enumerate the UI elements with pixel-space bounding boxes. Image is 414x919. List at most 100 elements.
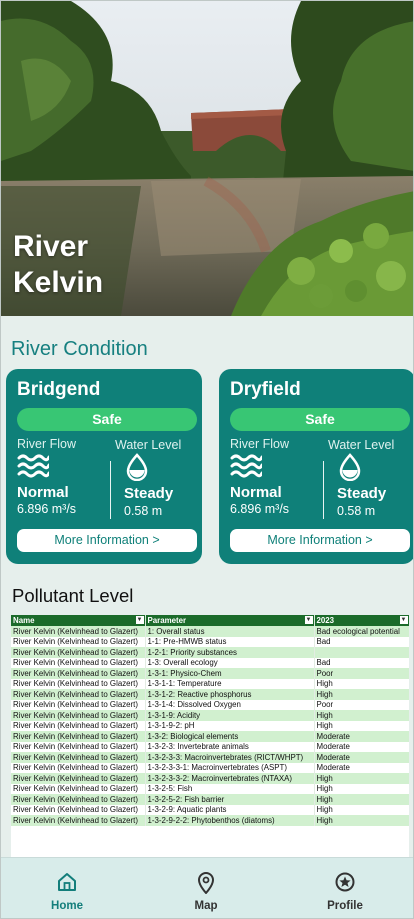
table-row[interactable]: River Kelvin (Kelvinhead to Glazert) 1-3-… [11, 710, 409, 721]
cell-parameter[interactable]: 1-3-1-2: Reactive phosphorus [145, 689, 315, 700]
cell-2023[interactable]: High [314, 815, 409, 826]
table-row[interactable]: River Kelvin (Kelvinhead to Glazert) 1-3-… [11, 773, 409, 784]
cell-parameter[interactable]: 1-2-1: Priority substances [145, 647, 315, 658]
table-row[interactable]: River Kelvin (Kelvinhead to Glazert) 1-3-… [11, 731, 409, 742]
cell-name[interactable]: River Kelvin (Kelvinhead to Glazert) [11, 626, 146, 637]
cell-name[interactable]: River Kelvin (Kelvinhead to Glazert) [11, 804, 146, 815]
flow-value: 6.896 m³/s [17, 502, 77, 516]
waves-icon [17, 454, 49, 478]
cell-2023[interactable]: High [314, 804, 409, 815]
cell-2023[interactable]: High [314, 794, 409, 805]
cell-parameter[interactable]: 1: Overall status [145, 626, 315, 637]
cell-name[interactable]: River Kelvin (Kelvinhead to Glazert) [11, 720, 146, 731]
cell-parameter[interactable]: 1-3-1-1: Temperature [145, 678, 315, 689]
cell-2023[interactable]: High [314, 773, 409, 784]
cell-parameter[interactable]: 1-1: Pre-HMWB status [145, 636, 315, 647]
table-header-row: Name ▼ Parameter ▼ 2023 ▼ [11, 615, 409, 626]
cell-name[interactable]: River Kelvin (Kelvinhead to Glazert) [11, 783, 146, 794]
cell-name[interactable]: River Kelvin (Kelvinhead to Glazert) [11, 731, 146, 742]
cell-name[interactable]: River Kelvin (Kelvinhead to Glazert) [11, 647, 146, 658]
cell-parameter[interactable]: 1-3-1-9-2: pH [145, 720, 315, 731]
more-information-button[interactable]: More Information > [17, 529, 197, 552]
cell-name[interactable]: River Kelvin (Kelvinhead to Glazert) [11, 762, 146, 773]
table-row[interactable]: River Kelvin (Kelvinhead to Glazert) 1-3-… [11, 752, 409, 763]
nav-item-home[interactable]: Home [17, 858, 117, 918]
level-state: Steady [124, 485, 174, 502]
cell-2023[interactable]: Poor [314, 699, 409, 710]
cell-2023[interactable]: Moderate [314, 731, 409, 742]
column-header-parameter[interactable]: Parameter ▼ [145, 615, 315, 626]
cell-2023[interactable]: Moderate [314, 741, 409, 752]
cell-2023[interactable]: Moderate [314, 762, 409, 773]
cell-parameter[interactable]: 1-3-2-5-2: Fish barrier [145, 794, 315, 805]
cell-name[interactable]: River Kelvin (Kelvinhead to Glazert) [11, 636, 146, 647]
cell-parameter[interactable]: 1-3-1-9: Acidity [145, 710, 315, 721]
cell-name[interactable]: River Kelvin (Kelvinhead to Glazert) [11, 710, 146, 721]
nav-item-map[interactable]: Map [156, 858, 256, 918]
table-row[interactable]: River Kelvin (Kelvinhead to Glazert) 1-2-… [11, 647, 409, 658]
cell-2023[interactable]: Bad [314, 657, 409, 668]
app-screen: River Kelvin River Condition Bridgend Sa… [0, 0, 414, 919]
cell-name[interactable]: River Kelvin (Kelvinhead to Glazert) [11, 773, 146, 784]
cell-name[interactable]: River Kelvin (Kelvinhead to Glazert) [11, 815, 146, 826]
pollutant-table[interactable]: Name ▼ Parameter ▼ 2023 ▼ River Kelvin (Kel… [11, 615, 409, 857]
column-header-name[interactable]: Name ▼ [11, 615, 146, 626]
cell-2023[interactable]: High [314, 720, 409, 731]
level-state: Steady [337, 485, 387, 502]
cell-parameter[interactable]: 1-3-2-3-3-1: Macroinvertebrates (ASPT) [145, 762, 315, 773]
cell-parameter[interactable]: 1-3-2-9-2-2: Phytobenthos (diatoms) [145, 815, 315, 826]
table-row[interactable]: River Kelvin (Kelvinhead to Glazert) 1-3-… [11, 804, 409, 815]
cell-parameter[interactable]: 1-3-2-9: Aquatic plants [145, 804, 315, 815]
filter-dropdown-icon[interactable]: ▼ [304, 616, 313, 624]
cell-name[interactable]: River Kelvin (Kelvinhead to Glazert) [11, 794, 146, 805]
cell-name[interactable]: River Kelvin (Kelvinhead to Glazert) [11, 741, 146, 752]
cell-name[interactable]: River Kelvin (Kelvinhead to Glazert) [11, 657, 146, 668]
station-name: Dryfield [230, 379, 301, 400]
cell-parameter[interactable]: 1-3-2-5: Fish [145, 783, 315, 794]
table-row[interactable]: River Kelvin (Kelvinhead to Glazert) 1-3:… [11, 657, 409, 668]
table-row[interactable]: River Kelvin (Kelvinhead to Glazert) 1-3-… [11, 668, 409, 679]
nav-label-profile: Profile [327, 900, 363, 912]
cell-parameter[interactable]: 1-3-1-4: Dissolved Oxygen [145, 699, 315, 710]
river-flow-label: River Flow [230, 437, 290, 451]
cell-2023[interactable]: Poor [314, 668, 409, 679]
table-row[interactable]: River Kelvin (Kelvinhead to Glazert) 1-3-… [11, 794, 409, 805]
water-level-label: Water Level [328, 438, 395, 452]
cell-parameter[interactable]: 1-3-2-3-3-2: Macroinvertebrates (NTAXA) [145, 773, 315, 784]
cell-parameter[interactable]: 1-3-1: Physico-Chem [145, 668, 315, 679]
filter-dropdown-icon[interactable]: ▼ [135, 616, 144, 624]
cell-2023[interactable]: High [314, 783, 409, 794]
column-header-2023[interactable]: 2023 ▼ [314, 615, 409, 626]
cell-name[interactable]: River Kelvin (Kelvinhead to Glazert) [11, 752, 146, 763]
table-row[interactable]: River Kelvin (Kelvinhead to Glazert) 1-3-… [11, 678, 409, 689]
station-card-bridgend: Bridgend Safe River Flow Water Level Nor… [6, 369, 202, 564]
table-row[interactable]: River Kelvin (Kelvinhead to Glazert) 1: O… [11, 626, 409, 637]
cell-2023[interactable]: High [314, 678, 409, 689]
cell-parameter[interactable]: 1-3: Overall ecology [145, 657, 315, 668]
cell-parameter[interactable]: 1-3-2-3-3: Macroinvertebrates (RICT/WHPT… [145, 752, 315, 763]
cell-name[interactable]: River Kelvin (Kelvinhead to Glazert) [11, 689, 146, 700]
table-row[interactable]: River Kelvin (Kelvinhead to Glazert) 1-3-… [11, 699, 409, 710]
cell-2023[interactable]: Bad ecological potential [314, 626, 409, 637]
table-row[interactable]: River Kelvin (Kelvinhead to Glazert) 1-1:… [11, 636, 409, 647]
cell-name[interactable]: River Kelvin (Kelvinhead to Glazert) [11, 678, 146, 689]
cell-name[interactable]: River Kelvin (Kelvinhead to Glazert) [11, 699, 146, 710]
table-row[interactable]: River Kelvin (Kelvinhead to Glazert) 1-3-… [11, 815, 409, 826]
table-row[interactable]: River Kelvin (Kelvinhead to Glazert) 1-3-… [11, 783, 409, 794]
nav-label-home: Home [51, 900, 83, 912]
cell-2023[interactable]: High [314, 710, 409, 721]
filter-dropdown-icon[interactable]: ▼ [399, 616, 408, 624]
cell-parameter[interactable]: 1-3-2-3: Invertebrate animals [145, 741, 315, 752]
table-row[interactable]: River Kelvin (Kelvinhead to Glazert) 1-3-… [11, 720, 409, 731]
table-row[interactable]: River Kelvin (Kelvinhead to Glazert) 1-3-… [11, 689, 409, 700]
cell-parameter[interactable]: 1-3-2: Biological elements [145, 731, 315, 742]
cell-2023[interactable]: Moderate [314, 752, 409, 763]
cell-2023[interactable]: High [314, 689, 409, 700]
nav-item-profile[interactable]: Profile [295, 858, 395, 918]
cell-2023[interactable]: Bad [314, 636, 409, 647]
table-row[interactable]: River Kelvin (Kelvinhead to Glazert) 1-3-… [11, 762, 409, 773]
table-row[interactable]: River Kelvin (Kelvinhead to Glazert) 1-3-… [11, 741, 409, 752]
cell-2023[interactable] [314, 647, 409, 658]
more-information-button[interactable]: More Information > [230, 529, 410, 552]
cell-name[interactable]: River Kelvin (Kelvinhead to Glazert) [11, 668, 146, 679]
